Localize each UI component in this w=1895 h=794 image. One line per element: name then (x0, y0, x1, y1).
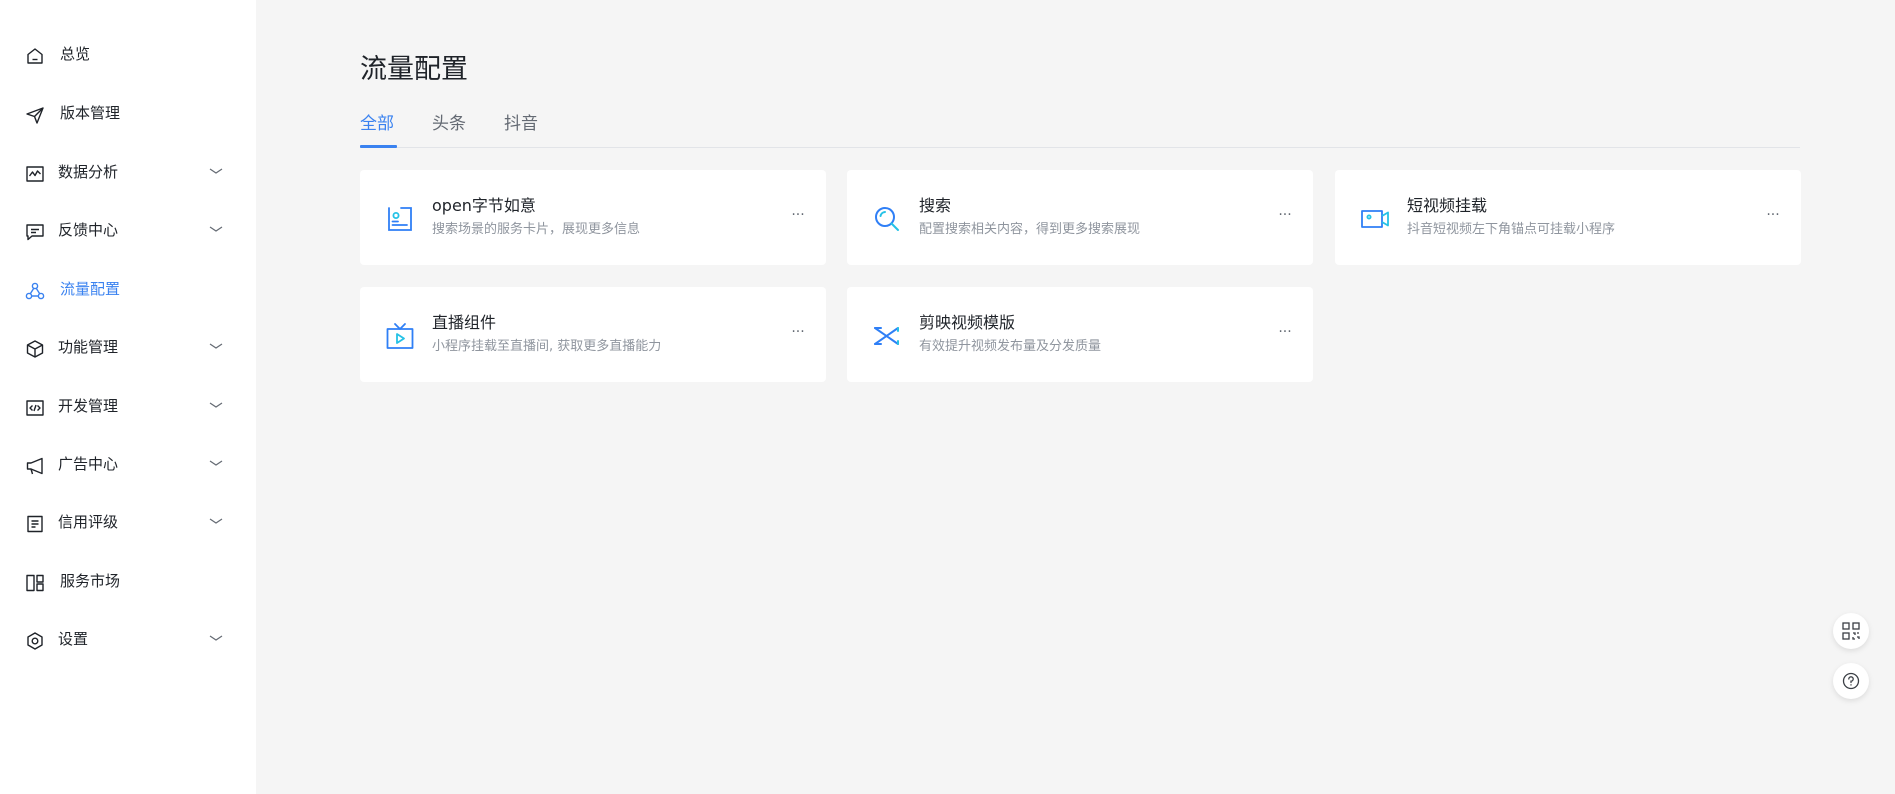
settings-icon (24, 630, 46, 652)
sidebar-item-label: 版本管理 (60, 104, 121, 122)
sidebar-item-data-analysis[interactable]: 数据分析 (0, 148, 256, 196)
sidebar-item-dev-management[interactable]: 开发管理 (0, 382, 256, 430)
more-icon[interactable]: ··· (1275, 203, 1295, 227)
card-description: 配置搜索相关内容，得到更多搜索展现 (919, 222, 1141, 237)
card-description: 抖音短视频左下角锚点可挂载小程序 (1407, 222, 1616, 237)
sidebar-item-label: 设置 (58, 630, 89, 648)
sidebar-item-service-market[interactable]: 服务市场 (0, 557, 256, 605)
card-title: 直播组件 (432, 313, 497, 332)
sidebar-item-label: 总览 (60, 45, 91, 63)
tab-douyin[interactable]: 抖音 (504, 112, 538, 136)
grid-icon (24, 572, 46, 594)
tab-all[interactable]: 全部 (360, 112, 394, 136)
sidebar-item-credit-rating[interactable]: 信用评级 (0, 498, 256, 546)
tab-bar: 全部 头条 抖音 (360, 108, 1800, 148)
sidebar-item-traffic-config[interactable]: 流量配置 (0, 265, 256, 313)
active-tab-indicator (360, 145, 397, 148)
card-search[interactable]: 搜索 配置搜索相关内容，得到更多搜索展现 ··· (847, 170, 1313, 265)
nodes-icon (24, 280, 46, 302)
page-title: 流量配置 (360, 54, 468, 85)
sidebar-item-feedback-center[interactable]: 反馈中心 (0, 206, 256, 254)
help-icon (1842, 672, 1860, 690)
sidebar-item-label: 流量配置 (60, 280, 121, 298)
chevron-down-icon[interactable] (208, 457, 224, 469)
card-title: open字节如意 (432, 196, 536, 215)
chevron-down-icon[interactable] (208, 515, 224, 527)
more-icon[interactable]: ··· (788, 320, 808, 344)
capcut-icon (871, 320, 903, 352)
sidebar-item-label: 服务市场 (60, 572, 121, 590)
cube-icon (24, 338, 46, 360)
sidebar-item-feature-management[interactable]: 功能管理 (0, 323, 256, 371)
card-title: 剪映视频模版 (919, 313, 1016, 332)
card-description: 小程序挂载至直播间, 获取更多直播能力 (432, 339, 662, 354)
chevron-down-icon[interactable] (208, 340, 224, 352)
home-icon (24, 45, 46, 67)
sidebar-item-label: 信用评级 (58, 513, 119, 531)
card-open-bytes-ruyi[interactable]: open字节如意 搜索场景的服务卡片，展现更多信息 ··· (360, 170, 826, 265)
id-card-icon (384, 203, 416, 235)
more-icon[interactable]: ··· (1275, 320, 1295, 344)
more-icon[interactable]: ··· (1763, 203, 1783, 227)
card-capcut-template[interactable]: 剪映视频模版 有效提升视频发布量及分发质量 ··· (847, 287, 1313, 382)
card-title: 短视频挂载 (1407, 196, 1488, 215)
chevron-down-icon[interactable] (208, 223, 224, 235)
sidebar-item-version-management[interactable]: 版本管理 (0, 89, 256, 137)
sidebar-item-label: 数据分析 (58, 163, 119, 181)
chevron-down-icon[interactable] (208, 165, 224, 177)
qrcode-button[interactable] (1833, 613, 1869, 649)
chart-icon (24, 163, 46, 185)
card-title: 搜索 (919, 196, 952, 215)
sidebar-item-label: 功能管理 (58, 338, 119, 356)
help-button[interactable] (1833, 663, 1869, 699)
document-icon (24, 513, 46, 535)
message-icon (24, 221, 46, 243)
tab-toutiao[interactable]: 头条 (432, 112, 466, 136)
video-camera-icon (1359, 203, 1391, 235)
sidebar-item-label: 广告中心 (58, 455, 119, 473)
sidebar-item-settings[interactable]: 设置 (0, 615, 256, 663)
card-short-video-mount[interactable]: 短视频挂载 抖音短视频左下角锚点可挂载小程序 ··· (1335, 170, 1801, 265)
megaphone-icon (24, 455, 46, 477)
card-live-component[interactable]: 直播组件 小程序挂载至直播间, 获取更多直播能力 ··· (360, 287, 826, 382)
more-icon[interactable]: ··· (788, 203, 808, 227)
code-icon (24, 397, 46, 419)
sidebar-item-overview[interactable]: 总览 (0, 30, 256, 78)
search-icon (871, 203, 903, 235)
chevron-down-icon[interactable] (208, 399, 224, 411)
sidebar-item-label: 开发管理 (58, 397, 119, 415)
card-description: 搜索场景的服务卡片，展现更多信息 (432, 222, 641, 237)
qrcode-icon (1842, 622, 1860, 640)
card-description: 有效提升视频发布量及分发质量 (919, 339, 1102, 354)
sidebar: 总览 版本管理 数据分析 反馈中心 流量配置 功能管理 开发管理 广告中心 信用… (0, 0, 256, 794)
live-tv-icon (384, 320, 416, 352)
chevron-down-icon[interactable] (208, 632, 224, 644)
sidebar-item-ad-center[interactable]: 广告中心 (0, 440, 256, 488)
sidebar-item-label: 反馈中心 (58, 221, 119, 239)
send-icon (24, 104, 46, 126)
